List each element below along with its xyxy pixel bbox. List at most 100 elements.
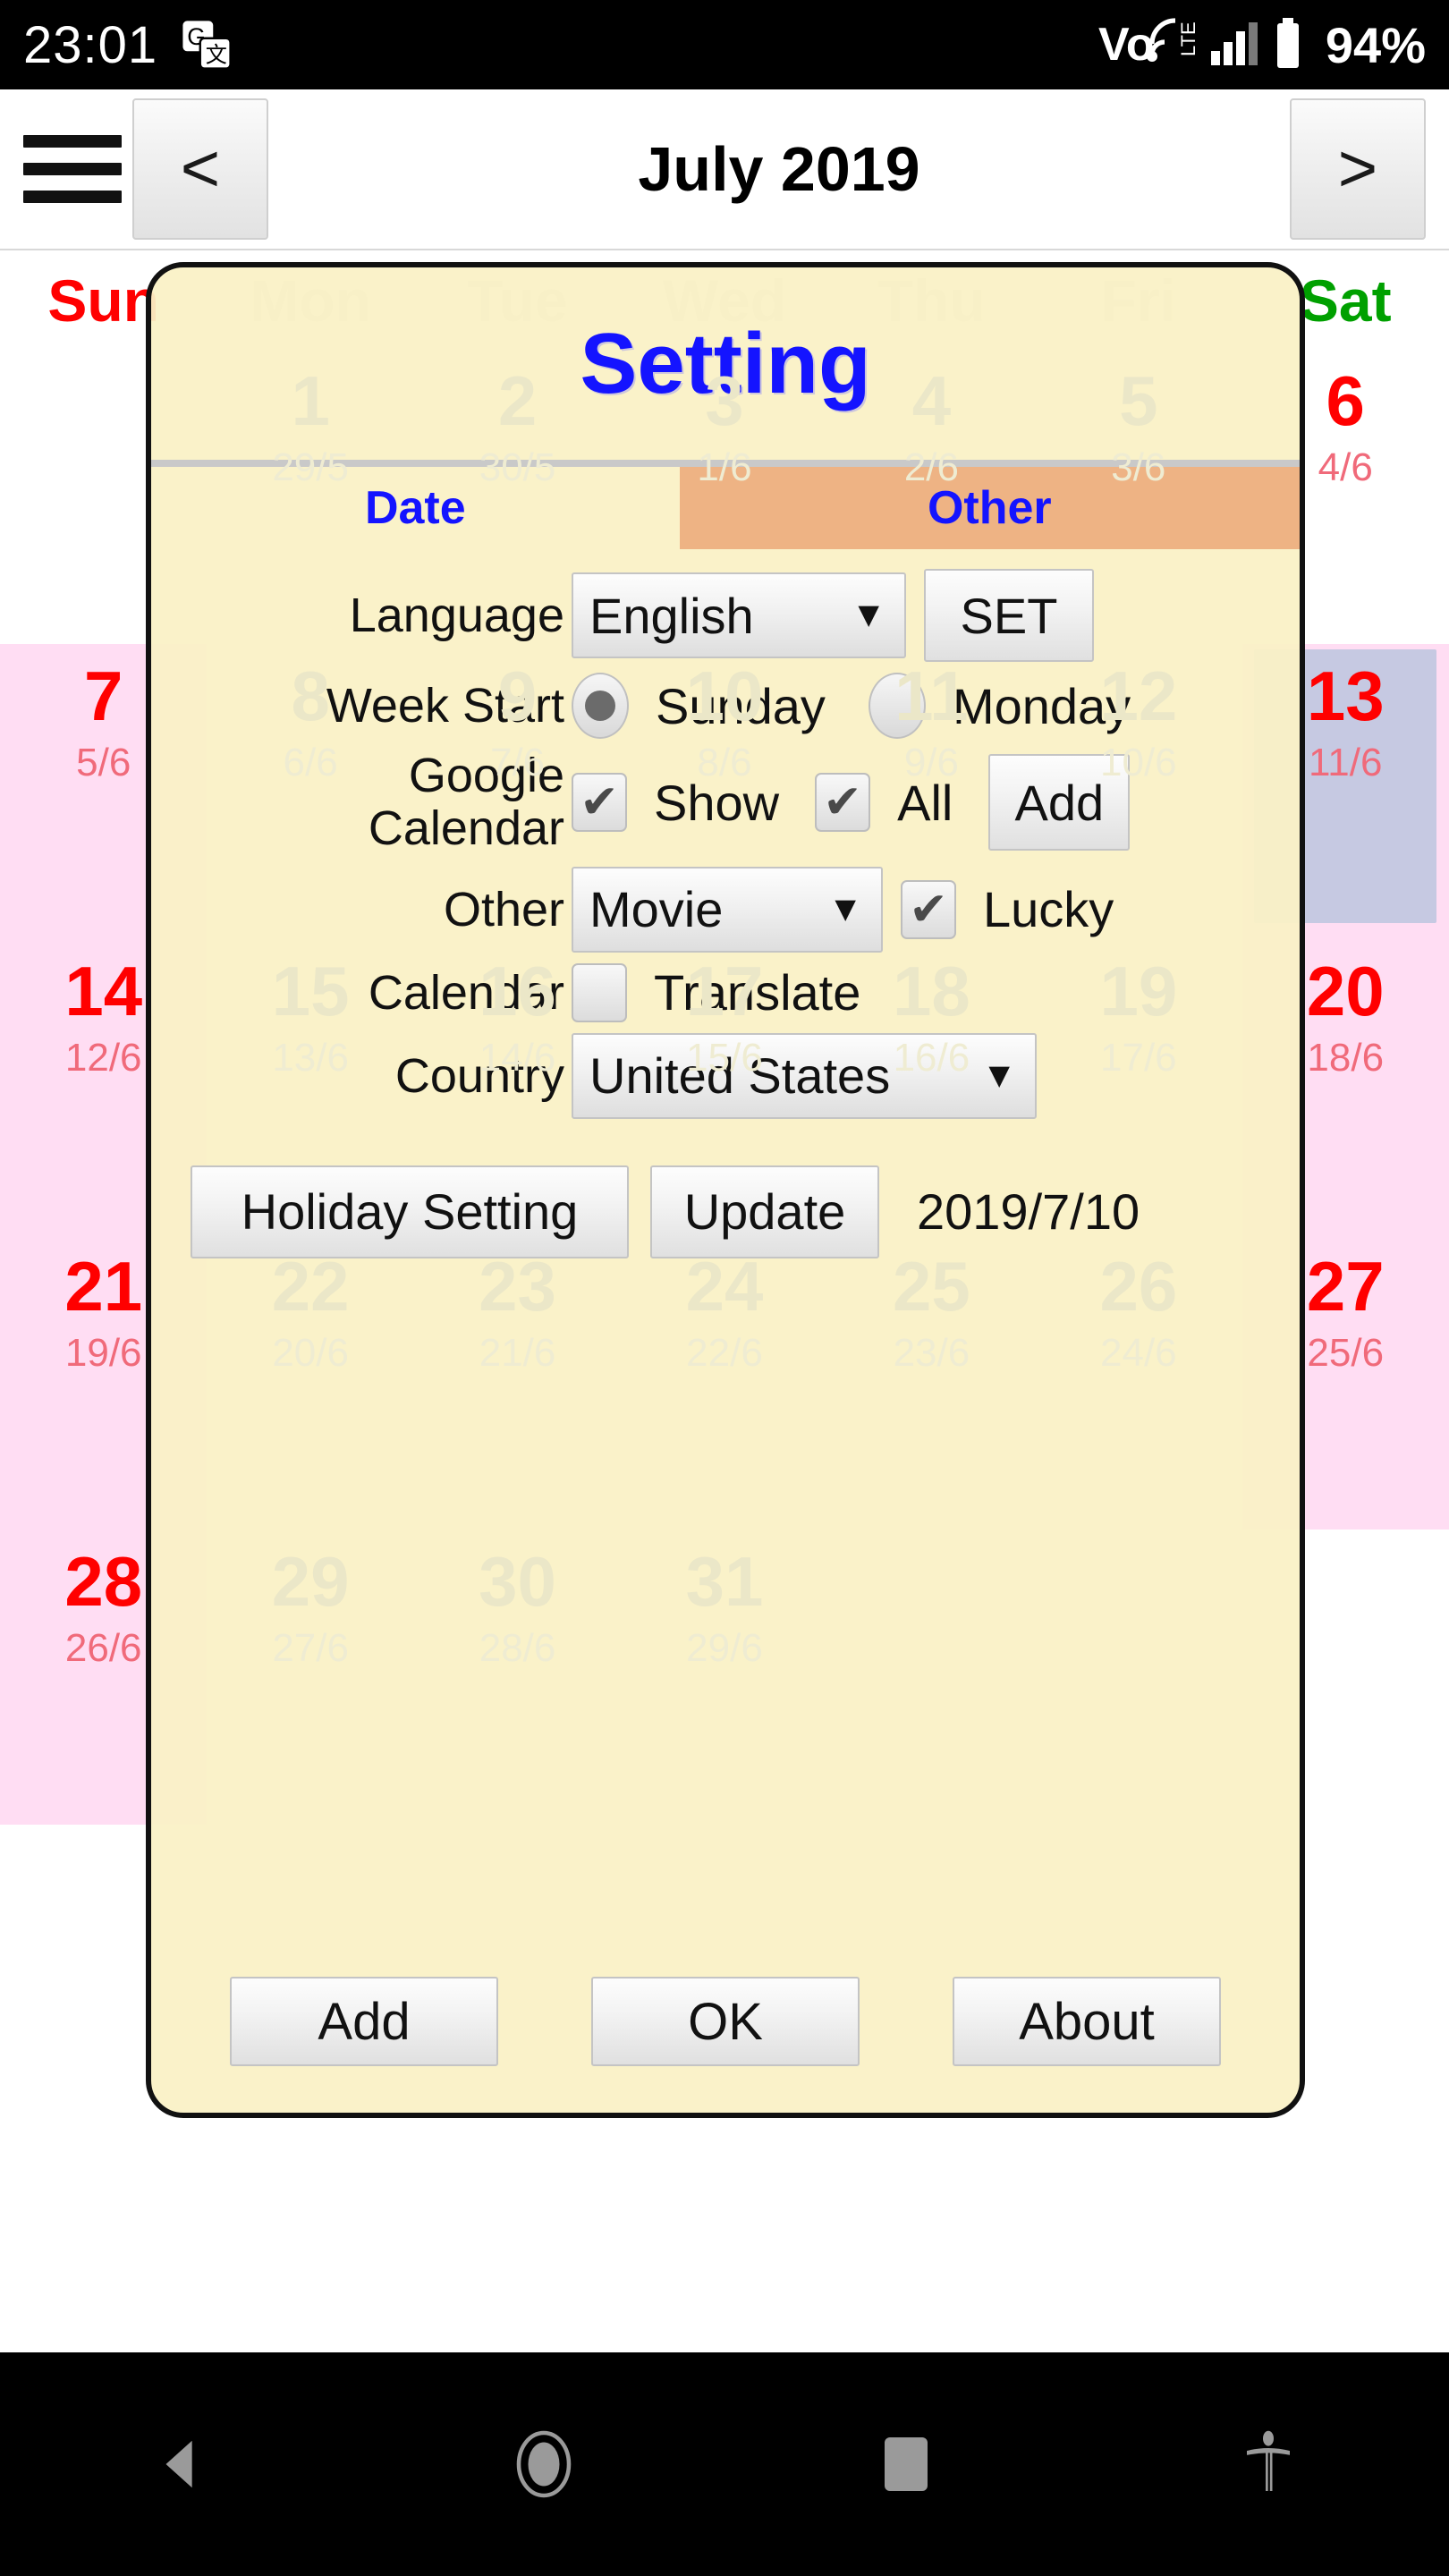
calendar-day-number: 30 <box>479 1542 556 1621</box>
other-calendar-label-line1: Other <box>443 882 564 936</box>
calendar-lunar-date: 14/6 <box>479 1035 556 1080</box>
footer-about-button[interactable]: About <box>953 1977 1221 2066</box>
hamburger-menu-icon[interactable] <box>23 135 122 203</box>
recents-square-icon[interactable] <box>724 2432 1087 2496</box>
calendar-lunar-date: 29/6 <box>686 1625 763 1670</box>
calendar-day-number: 6 <box>1326 361 1365 440</box>
radio-dot <box>585 691 615 721</box>
calendar-lunar-date: 26/6 <box>64 1625 142 1670</box>
calendar-day-number: 19 <box>1099 952 1178 1030</box>
prev-month-button[interactable]: < <box>132 98 268 240</box>
calendar-day-number: 1 <box>291 361 330 440</box>
calendar-lunar-date: 21/6 <box>479 1330 556 1375</box>
battery-percent: 94% <box>1325 16 1426 73</box>
calendar-lunar-date: 17/6 <box>1100 1035 1177 1080</box>
calendar-day-number: 21 <box>64 1247 143 1326</box>
calendar-day-number: 29 <box>271 1542 350 1621</box>
next-month-button[interactable]: > <box>1290 98 1426 240</box>
calendar-day-number: 23 <box>479 1247 556 1326</box>
calendar-day-number: 31 <box>685 1542 764 1621</box>
chevron-down-icon: ▼ <box>981 1055 1017 1096</box>
calendar-day-number: 24 <box>685 1247 764 1326</box>
footer-ok-button[interactable]: OK <box>591 1977 860 2066</box>
calendar-day-number: 15 <box>271 952 350 1030</box>
tab-other[interactable]: Other <box>679 467 1300 549</box>
status-icons: Vo LTE 94% <box>1098 15 1426 75</box>
footer-add-button[interactable]: Add <box>230 1977 498 2066</box>
checkbox-google-show[interactable]: ✔ <box>572 773 627 833</box>
status-bar: 23:01 G 文 Vo LTE 94% <box>0 0 1449 89</box>
update-button[interactable]: Update <box>650 1165 879 1258</box>
row-holiday-update: Holiday Setting Update 2019/7/10 <box>191 1165 1300 1258</box>
update-date-text: 2019/7/10 <box>917 1183 1140 1241</box>
calendar-day-number: 25 <box>893 1247 970 1326</box>
svg-text:Vo: Vo <box>1098 19 1155 71</box>
home-circle-icon[interactable] <box>362 2427 724 2502</box>
calendar-day-number: 10 <box>685 657 764 735</box>
check-icon: ✔ <box>909 883 948 936</box>
calendar-lunar-date: 29/5 <box>272 445 349 489</box>
status-clock: 23:01 <box>23 15 158 74</box>
calendar-lunar-date: 6/6 <box>283 740 338 784</box>
google-translate-icon: G 文 <box>181 19 233 71</box>
calendar-lunar-date: 7/6 <box>489 740 546 784</box>
phone-screen: 23:01 G 文 Vo LTE 94% < July 2019 > Sun S… <box>0 0 1449 2576</box>
calendar-lunar-date: 16/6 <box>893 1035 970 1080</box>
checkbox-label-lucky: Lucky <box>983 881 1114 938</box>
calendar-day-number: 28 <box>64 1542 143 1621</box>
set-language-button[interactable]: SET <box>924 569 1094 662</box>
accessibility-icon[interactable] <box>1087 2429 1449 2499</box>
calendar-lunar-date: 8/6 <box>697 740 752 784</box>
calendar-lunar-date: 1/6 <box>697 445 752 489</box>
calendar-lunar-date: 28/6 <box>479 1625 556 1670</box>
holiday-setting-button[interactable]: Holiday Setting <box>191 1165 629 1258</box>
check-icon: ✔ <box>823 776 862 829</box>
chevron-down-icon: ▼ <box>851 595 886 635</box>
other-calendar-select[interactable]: Movie ▼ <box>572 866 883 953</box>
calendar-day-number: 9 <box>497 657 538 735</box>
volte-icon: Vo LTE <box>1098 15 1199 75</box>
row-other-calendar-primary: Other Movie ▼ ✔ Lucky <box>151 866 1300 953</box>
radio-week-start-sunday[interactable] <box>572 673 629 739</box>
calendar-lunar-date: 2/6 <box>903 445 959 489</box>
calendar-lunar-date: 12/6 <box>64 1035 142 1080</box>
svg-text:文: 文 <box>206 43 227 67</box>
calendar-day-number: 2 <box>497 361 538 440</box>
checkbox-google-all[interactable]: ✔ <box>815 773 871 833</box>
page-title: July 2019 <box>638 134 920 204</box>
calendar-lunar-date: 23/6 <box>893 1330 970 1375</box>
dialog-footer: Add OK About <box>151 1977 1300 2066</box>
language-select[interactable]: English ▼ <box>572 572 906 658</box>
calendar-lunar-date: 11/6 <box>1309 740 1383 784</box>
calendar-day-number: 27 <box>1306 1247 1385 1326</box>
calendar-day-number: 11 <box>894 657 969 735</box>
calendar-day-number: 22 <box>271 1247 350 1326</box>
checkbox-lucky[interactable]: ✔ <box>901 879 956 939</box>
back-triangle-icon[interactable] <box>0 2433 362 2496</box>
battery-icon <box>1274 17 1302 72</box>
calendar-lunar-date: 13/6 <box>272 1035 349 1080</box>
android-nav-bar <box>0 2352 1449 2576</box>
calendar-day-number: 26 <box>1099 1247 1178 1326</box>
tab-date[interactable]: Date <box>151 467 680 549</box>
calendar-lunar-date: 24/6 <box>1100 1330 1177 1375</box>
language-label: Language <box>349 588 564 642</box>
settings-form: Language English ▼ SET Week Start Sunday… <box>151 549 1300 1258</box>
app-bar: < July 2019 > <box>0 89 1449 250</box>
calendar-lunar-date: 19/6 <box>64 1330 142 1375</box>
other-calendar-value: Movie <box>589 881 724 938</box>
hamburger-line <box>23 163 122 175</box>
calendar-day-number: 8 <box>291 657 330 735</box>
calendar-lunar-date: 18/6 <box>1307 1035 1385 1080</box>
calendar-lunar-date: 10/6 <box>1100 740 1177 784</box>
hamburger-line <box>23 135 122 148</box>
calendar-day-number: 16 <box>479 952 556 1030</box>
checkbox-translate[interactable]: ✔ <box>572 962 627 1022</box>
calendar-lunar-date: 4/6 <box>1318 445 1373 489</box>
calendar-day-number: 5 <box>1119 361 1158 440</box>
calendar-lunar-date: 27/6 <box>272 1625 349 1670</box>
hamburger-line <box>23 191 122 203</box>
calendar-day-number: 7 <box>84 657 123 735</box>
calendar-lunar-date: 15/6 <box>686 1035 763 1080</box>
calendar-lunar-date: 5/6 <box>76 740 131 784</box>
